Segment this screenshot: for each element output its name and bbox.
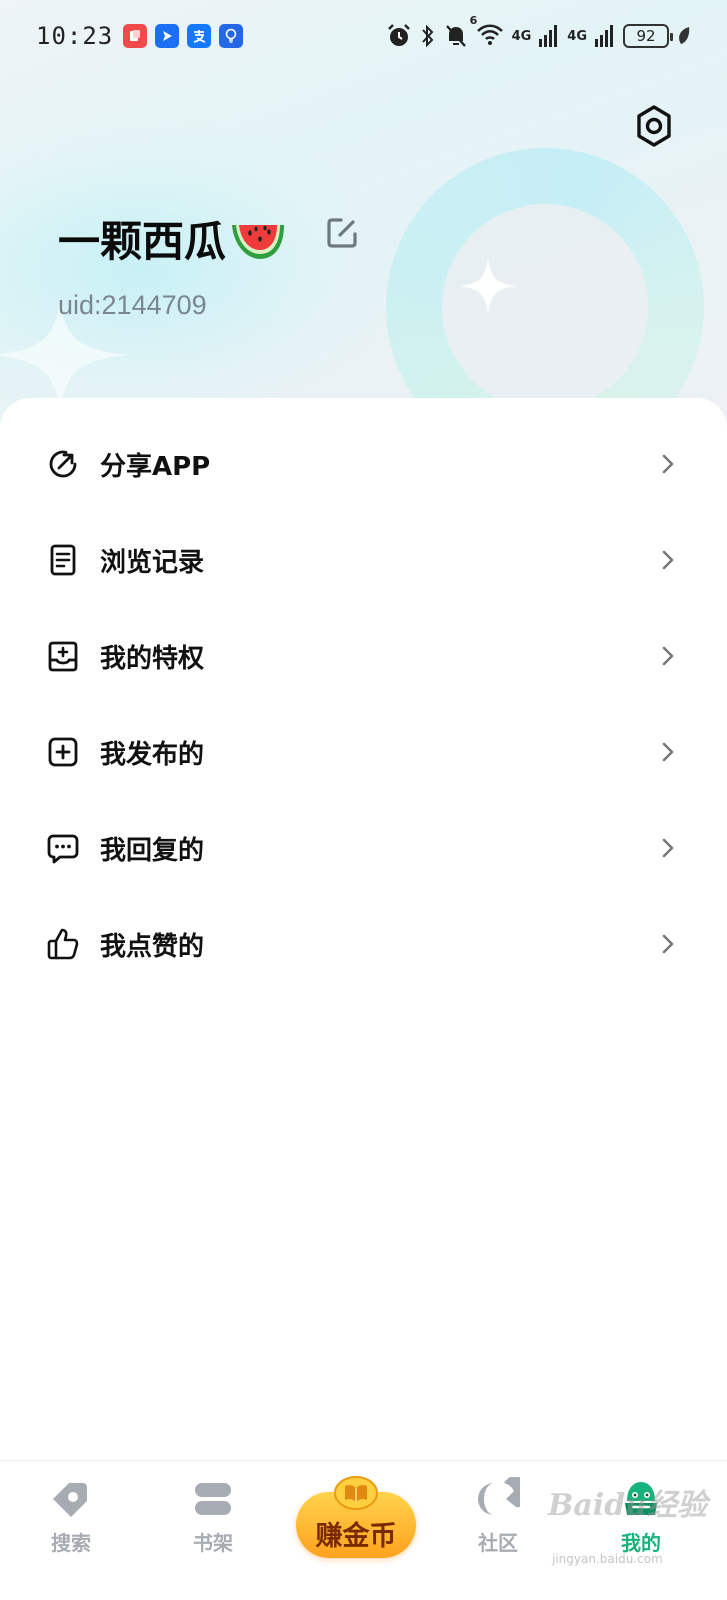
comment-icon [47, 834, 79, 864]
wifi-badge: 6 [469, 14, 478, 27]
signal-type-1: 4G [511, 28, 532, 44]
mute-bell-icon [445, 25, 466, 47]
chevron-right-icon [662, 838, 674, 858]
history-icon [50, 544, 76, 576]
privilege-icon [48, 641, 78, 672]
bulb-app-icon [219, 24, 244, 48]
alipay-icon [187, 24, 212, 48]
menu-item-my-posts[interactable]: 我发布的 [0, 704, 727, 800]
earn-coins-label: 赚金币 [315, 1521, 397, 1552]
sparkle-icon [460, 258, 516, 314]
bookshelf-icon [195, 1483, 231, 1515]
gold-book-icon [334, 1476, 378, 1510]
chevron-right-icon [662, 934, 674, 954]
status-time: 10:23 [36, 22, 114, 50]
user-id: uid:2144709 [58, 290, 207, 320]
tab-label: 搜索 [51, 1531, 91, 1555]
menu-label: 我发布的 [100, 739, 205, 770]
tag-search-icon [53, 1483, 87, 1517]
signal-type-2: 4G [567, 28, 587, 44]
tab-search[interactable]: 搜索 [16, 1461, 126, 1600]
menu-label: 我的特权 [100, 643, 205, 674]
chevron-right-icon [662, 742, 674, 762]
bluetooth-icon [421, 24, 433, 48]
chevron-right-icon [662, 646, 674, 666]
watermark: Baidu经验 [548, 1488, 707, 1523]
alarm-icon [387, 24, 410, 46]
tab-community[interactable]: 社区 [443, 1461, 553, 1600]
menu-item-privilege[interactable]: 我的特权 [0, 608, 727, 704]
community-icon [478, 1477, 520, 1515]
watermark-url: jingyan.baidu.com [552, 1552, 663, 1566]
wifi-icon [476, 24, 503, 45]
signal-bars-icon [539, 25, 558, 47]
leaf-icon [679, 27, 690, 44]
chevron-right-icon [662, 550, 674, 570]
signal-bars-icon [595, 25, 613, 47]
thumbs-up-icon [47, 928, 79, 960]
profile-name: 一颗西瓜 [58, 208, 286, 269]
menu-label: 我回复的 [100, 835, 205, 866]
settings-gear-icon[interactable] [634, 104, 674, 148]
profile-header: 10:23 6 4G 4G 92 一颗西瓜 uid:2144709 [0, 0, 727, 460]
menu-item-share-app[interactable]: 分享APP [0, 416, 727, 512]
menu-label: 分享APP [100, 451, 211, 482]
menu-item-history[interactable]: 浏览记录 [0, 512, 727, 608]
status-bar: 10:23 6 4G 4G 92 [0, 0, 727, 72]
menu-label: 浏览记录 [100, 547, 205, 578]
wifi-status: 6 [470, 14, 504, 50]
watermelon-icon [232, 224, 285, 259]
earn-coins-button[interactable]: 赚金币 [296, 1476, 416, 1560]
menu-label: 我点赞的 [100, 931, 205, 962]
profile-name-text: 一颗西瓜 [58, 217, 227, 266]
add-square-icon [48, 737, 78, 767]
menu-item-my-replies[interactable]: 我回复的 [0, 800, 727, 896]
battery-indicator: 92 [623, 24, 673, 48]
status-icons: 6 4G 4G 92 [386, 14, 691, 50]
menu-sheet: 分享APP 浏览记录 我的特权 我发布的 我回复的 我点赞的 [0, 398, 727, 1460]
tab-label: 书架 [193, 1531, 233, 1555]
share-icon [49, 450, 77, 478]
tab-bookshelf[interactable]: 书架 [158, 1461, 268, 1600]
tab-label: 社区 [478, 1531, 518, 1555]
edit-profile-icon[interactable] [325, 216, 359, 250]
chevron-right-icon [662, 454, 674, 474]
menu-item-my-likes[interactable]: 我点赞的 [0, 896, 727, 992]
navigation-app-icon [155, 24, 180, 48]
app-notification-icon [123, 24, 148, 48]
